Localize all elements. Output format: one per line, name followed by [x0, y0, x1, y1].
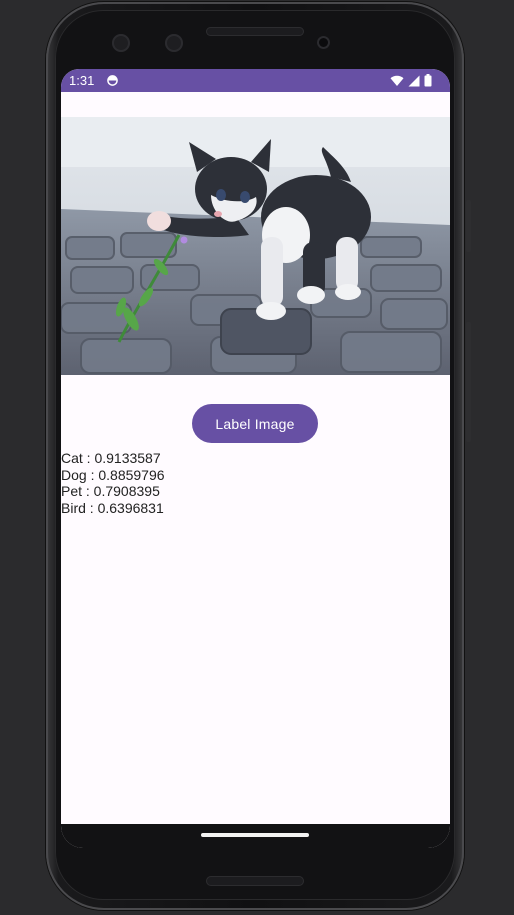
front-camera-icon	[112, 34, 130, 52]
status-bar: 1:31	[61, 69, 450, 92]
battery-icon	[424, 74, 432, 87]
photo-icon	[61, 117, 450, 375]
bottom-speaker	[206, 876, 304, 886]
cell-signal-icon	[408, 75, 420, 86]
app-screen: 1:31 Label Image Cat: 0.9133587 Dog: 0…	[61, 69, 450, 848]
status-icons	[390, 74, 432, 87]
wifi-icon	[390, 75, 404, 86]
result-row-bird: Bird : 0.6396831	[61, 499, 164, 516]
kitten-photo	[61, 117, 450, 375]
proximity-sensor-icon	[317, 36, 330, 49]
home-gesture-handle[interactable]	[201, 833, 309, 837]
earpiece-speaker	[206, 27, 304, 36]
result-row-pet: Pet : 0.7908395	[61, 483, 160, 499]
result-row-dog: Dog : 0.8859796	[61, 466, 165, 483]
power-button	[466, 200, 471, 252]
status-time: 1:31	[69, 73, 95, 88]
label-results: Cat : 0.9133587 Dog : 0.8859796 Pet : 0.…	[61, 450, 165, 516]
front-camera-icon	[165, 34, 183, 52]
app-notification-icon	[107, 75, 118, 86]
volume-button	[466, 322, 471, 442]
result-row-cat: Cat : 0.9133587	[61, 450, 161, 466]
label-image-button[interactable]: Label Image	[192, 404, 318, 443]
